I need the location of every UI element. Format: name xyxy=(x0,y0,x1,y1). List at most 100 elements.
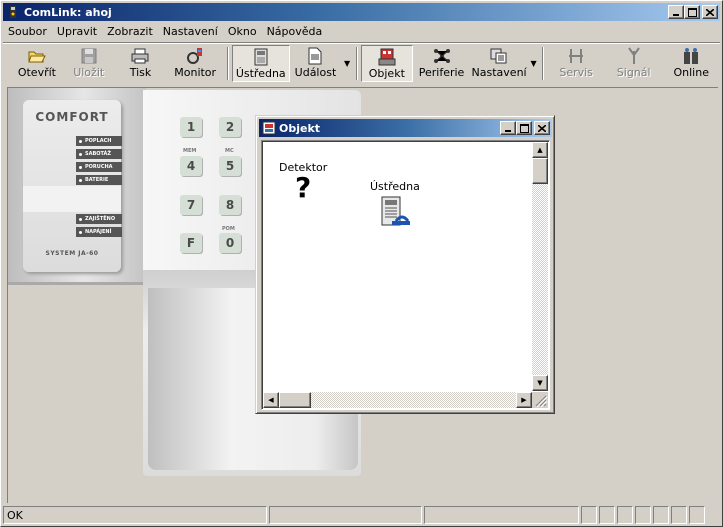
indicator-poplach: POPLACH xyxy=(76,136,122,146)
keypad-left-panel: COMFORT POPLACH SABOTÁŽ PORUCHA BATERIE … xyxy=(8,88,146,285)
status-pane-7 xyxy=(635,506,651,524)
monitor-label: Monitor xyxy=(174,66,217,79)
ustredna-button[interactable]: Ústředna xyxy=(231,45,290,82)
objekt-maximize-button[interactable] xyxy=(516,121,532,135)
nastaveni-button[interactable]: Nastavení xyxy=(470,45,528,82)
scroll-down-button[interactable]: ▼ xyxy=(532,375,548,391)
menu-napoveda[interactable]: Nápověda xyxy=(262,25,328,38)
horizontal-scroll-thumb[interactable] xyxy=(279,392,311,408)
indicator-zajisteno: ZAJIŠTĚNO xyxy=(76,214,122,224)
servis-icon xyxy=(567,47,585,65)
status-pane-5 xyxy=(599,506,615,524)
menu-upravit[interactable]: Upravit xyxy=(52,25,102,38)
key-8: 8 xyxy=(219,195,241,215)
keypad-display-band xyxy=(23,186,121,212)
status-pane-4 xyxy=(581,506,597,524)
close-button[interactable] xyxy=(702,5,718,19)
save-label: Uložit xyxy=(73,66,105,79)
status-pane-3 xyxy=(424,506,579,524)
print-button[interactable]: Tisk xyxy=(115,45,167,82)
window-title: ComLink: ahoj xyxy=(24,5,112,19)
nastaveni-label: Nastavení xyxy=(471,66,527,79)
objekt-title-bar[interactable]: Objekt xyxy=(259,119,552,137)
document-icon xyxy=(306,47,324,65)
online-label: Online xyxy=(673,66,709,79)
ustredna-label: Ústředna xyxy=(235,67,286,80)
maximize-button[interactable] xyxy=(684,5,700,19)
objekt-icon xyxy=(378,48,396,66)
indicator-baterie: BATERIE xyxy=(76,175,122,185)
folder-open-icon xyxy=(28,47,46,65)
control-panel-icon xyxy=(252,48,270,66)
main-window: ComLink: ahoj Soubor Upravit Zobrazit Na… xyxy=(0,0,723,527)
objekt-window-title: Objekt xyxy=(279,121,321,135)
servis-label: Servis xyxy=(559,66,593,79)
status-pane-2 xyxy=(269,506,422,524)
status-pane-8 xyxy=(653,506,669,524)
objekt-button[interactable]: Objekt xyxy=(360,45,413,82)
scroll-right-button[interactable]: ▶ xyxy=(516,392,532,408)
vertical-scrollbar[interactable]: ▲ ▼ xyxy=(532,142,548,391)
status-pane-10 xyxy=(689,506,705,524)
online-button[interactable]: Online xyxy=(662,45,720,82)
vertical-scroll-thumb[interactable] xyxy=(532,158,548,184)
periferie-label: Periferie xyxy=(418,66,465,79)
nastaveni-dropdown-arrow[interactable]: ▼ xyxy=(528,45,540,82)
object-detektor[interactable]: Detektor ? xyxy=(279,161,327,202)
status-text: OK xyxy=(3,506,267,524)
menu-soubor[interactable]: Soubor xyxy=(3,25,52,38)
objekt-window[interactable]: Objekt Detektor ? Ústředna ▲ ▼ ◀ ▶ xyxy=(255,115,555,414)
objekt-content: Detektor ? Ústředna ▲ ▼ ◀ ▶ xyxy=(261,140,550,410)
scroll-up-button[interactable]: ▲ xyxy=(532,142,548,158)
objekt-window-icon[interactable] xyxy=(262,121,276,135)
indicator-napajeni: NAPÁJENÍ xyxy=(76,227,122,237)
indicator-porucha: PORUCHA xyxy=(76,162,122,172)
open-button[interactable]: Otevřít xyxy=(11,45,63,82)
servis-button[interactable]: Servis xyxy=(547,45,605,82)
status-pane-6 xyxy=(617,506,633,524)
scroll-left-button[interactable]: ◀ xyxy=(263,392,279,408)
control-panel-icon xyxy=(378,195,412,229)
online-icon xyxy=(682,47,700,65)
save-button[interactable]: Uložit xyxy=(63,45,115,82)
monitor-icon xyxy=(186,47,204,65)
key-0: 0 xyxy=(219,233,241,253)
status-pane-9 xyxy=(671,506,687,524)
periferie-button[interactable]: Periferie xyxy=(413,45,471,82)
objekt-label: Objekt xyxy=(368,67,405,80)
title-bar[interactable]: ComLink: ahoj xyxy=(3,3,720,21)
menu-nastaveni[interactable]: Nastavení xyxy=(158,25,223,38)
udalost-label: Událost xyxy=(294,66,337,79)
menu-bar: Soubor Upravit Zobrazit Nastavení Okno N… xyxy=(3,22,720,41)
menu-okno[interactable]: Okno xyxy=(223,25,262,38)
keypad-brand: COMFORT xyxy=(35,110,109,124)
app-icon[interactable] xyxy=(6,5,20,19)
keypad-model: SYSTEM JA-60 xyxy=(45,250,99,257)
key-sublabel-mc: MC xyxy=(225,148,234,154)
object-ustredna[interactable]: Ústředna xyxy=(370,180,420,229)
signal-button[interactable]: Signál xyxy=(605,45,663,82)
objekt-close-button[interactable] xyxy=(534,121,550,135)
status-bar: OK xyxy=(3,506,720,524)
key-7: 7 xyxy=(180,195,202,215)
toolbar-separator xyxy=(355,47,358,80)
key-2: 2 xyxy=(219,117,241,137)
resize-grip[interactable] xyxy=(532,392,548,408)
network-icon xyxy=(433,47,451,65)
key-sublabel-pom: POM xyxy=(222,226,235,232)
printer-icon xyxy=(131,47,149,65)
settings-icon xyxy=(490,47,508,65)
signal-label: Signál xyxy=(616,66,651,79)
question-mark-icon: ? xyxy=(295,171,312,204)
objekt-minimize-button[interactable] xyxy=(500,121,516,135)
minimize-button[interactable] xyxy=(668,5,684,19)
antenna-icon xyxy=(625,47,643,65)
horizontal-scrollbar[interactable]: ◀ ▶ xyxy=(263,392,532,408)
udalost-button[interactable]: Událost xyxy=(290,45,342,82)
monitor-button[interactable]: Monitor xyxy=(166,45,224,82)
udalost-dropdown-arrow[interactable]: ▼ xyxy=(341,45,353,82)
menu-zobrazit[interactable]: Zobrazit xyxy=(102,25,158,38)
key-f: F xyxy=(180,233,202,253)
object-ustredna-label: Ústředna xyxy=(370,180,420,193)
open-label: Otevřít xyxy=(17,66,56,79)
